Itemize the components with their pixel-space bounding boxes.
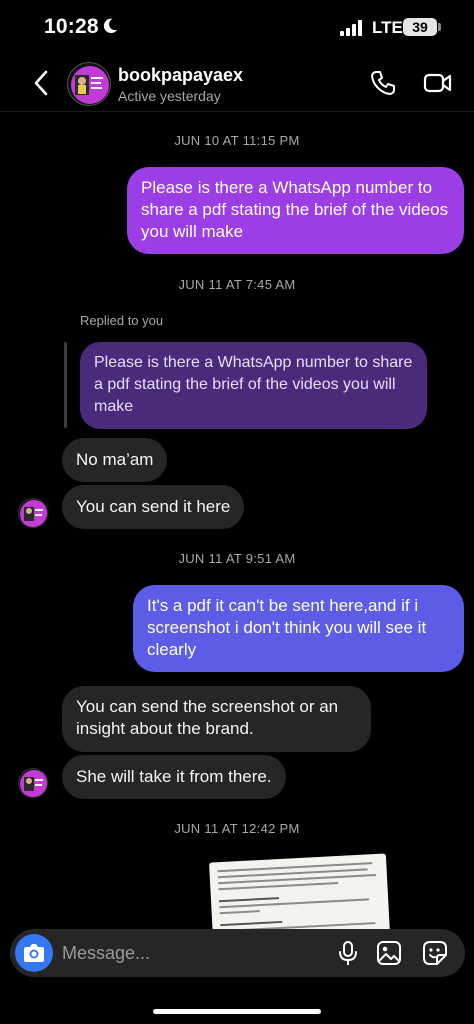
reply-label: Replied to you — [80, 313, 164, 328]
network-type: LTE — [372, 18, 403, 37]
message-timestamp: JUN 10 AT 11:15 PM — [174, 133, 300, 148]
message-input[interactable] — [62, 929, 322, 977]
battery-nub — [438, 23, 441, 31]
sender-avatar[interactable] — [18, 498, 48, 528]
sent-message[interactable]: It's a pdf it can't be sent here,and if … — [133, 585, 464, 672]
moon-icon — [103, 18, 118, 34]
received-message[interactable]: No ma’am — [62, 438, 168, 482]
sticker-icon[interactable] — [422, 940, 448, 966]
sent-message[interactable]: Please is there a WhatsApp number to sha… — [127, 167, 464, 254]
sender-avatar[interactable] — [18, 768, 48, 798]
home-indicator[interactable] — [153, 1009, 321, 1014]
contact-name[interactable]: bookpapayaex — [118, 65, 243, 86]
camera-button[interactable] — [15, 934, 53, 972]
message-timestamp: JUN 11 AT 7:45 AM — [178, 277, 296, 292]
avatar[interactable] — [67, 62, 111, 106]
microphone-icon[interactable] — [337, 940, 359, 966]
signal-icon — [340, 20, 362, 36]
status-bar: 10:28 LTE 39 — [0, 0, 474, 56]
video-icon[interactable] — [423, 70, 453, 96]
camera-icon — [24, 944, 44, 962]
message-composer — [10, 929, 465, 977]
gallery-icon[interactable] — [376, 940, 402, 966]
received-message[interactable]: You can send it here — [62, 485, 245, 529]
contact-status: Active yesterday — [118, 88, 221, 104]
message-timestamp: JUN 11 AT 9:51 AM — [178, 551, 296, 566]
status-time: 10:28 — [44, 15, 99, 38]
quoted-message[interactable]: Please is there a WhatsApp number to sha… — [80, 342, 427, 429]
received-message[interactable]: You can send the screenshot or an insigh… — [62, 686, 371, 752]
battery-level: 39 — [403, 18, 437, 36]
phone-icon[interactable] — [370, 70, 396, 96]
message-timestamp: JUN 11 AT 12:42 PM — [174, 821, 300, 836]
chat-header: bookpapayaex Active yesterday — [0, 56, 474, 112]
received-message[interactable]: She will take it from there. — [62, 755, 286, 799]
reply-bar — [64, 342, 67, 428]
back-arrow-icon[interactable] — [30, 68, 52, 98]
